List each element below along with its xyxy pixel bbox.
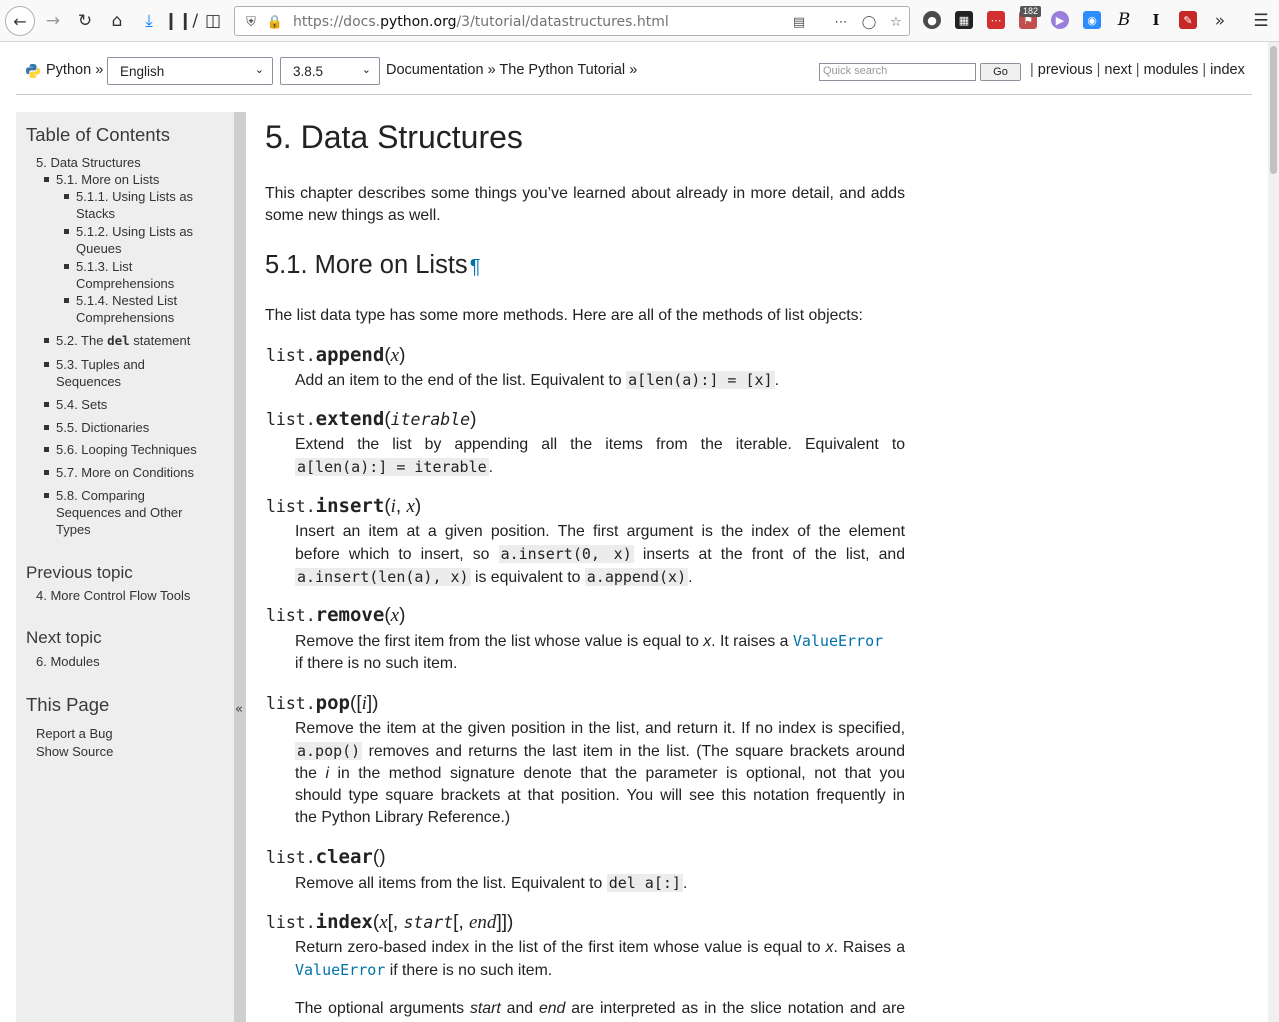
bookmark-star-icon[interactable]: ☆ <box>886 12 906 32</box>
home-icon[interactable]: ⌂ <box>104 8 130 34</box>
account-icon[interactable]: ● <box>923 11 941 29</box>
method-signature-append: list.append(x) <box>266 344 406 366</box>
collapse-sidebar-icon[interactable]: « <box>235 702 243 717</box>
previous-topic-title: Previous topic <box>26 563 133 582</box>
toc-item[interactable]: 5.6. Looping Techniques <box>44 441 197 458</box>
extensions-grid-icon[interactable]: ▦ <box>955 11 973 29</box>
page-actions-icon[interactable]: ⋯ <box>831 12 851 32</box>
sidebar-collapse-bar[interactable] <box>234 112 246 1022</box>
vertical-scrollbar[interactable] <box>1268 42 1279 1022</box>
extension-badge: 182 <box>1020 6 1042 17</box>
report-bug-link[interactable]: Report a Bug <box>36 725 113 742</box>
toc-item[interactable]: 5.1.1. Using Lists as Stacks <box>64 188 193 222</box>
instapaper-icon[interactable]: I <box>1147 11 1165 29</box>
show-source-link[interactable]: Show Source <box>36 743 113 760</box>
docs-navbar: Python » English ⌄ 3.8.5 ⌄ Documentation »… <box>16 55 1252 95</box>
method-signature-insert: list.insert(i, x) <box>266 495 422 517</box>
breadcrumb-tutorial[interactable]: The Python Tutorial <box>499 62 625 78</box>
hamburger-menu-icon[interactable]: ☰ <box>1248 8 1274 34</box>
intro-paragraph: This chapter describes some things you’v… <box>265 185 905 224</box>
chevron-down-icon: ⌄ <box>254 64 264 76</box>
media-extension-icon[interactable]: ▶ <box>1051 11 1069 29</box>
lists-intro: The list data type has some more methods… <box>265 307 863 324</box>
sidebar-toggle-icon[interactable]: ◫ <box>200 8 226 34</box>
valueerror-link[interactable]: ValueError <box>295 961 385 979</box>
forward-icon[interactable]: → <box>40 8 66 34</box>
previous-link[interactable]: previous <box>1038 62 1093 78</box>
lastpass-icon[interactable]: ⋯ <box>987 11 1005 29</box>
scrollbar-thumb[interactable] <box>1270 46 1277 174</box>
method-desc-clear: Remove all items from the list. Equivale… <box>295 874 688 892</box>
method-signature-clear: list.clear() <box>266 846 386 868</box>
related-links: | previous | next | modules | index <box>1030 62 1245 78</box>
reader-view-icon[interactable]: ▤ <box>789 12 809 32</box>
breadcrumb: Documentation » The Python Tutorial » <box>386 62 638 78</box>
pdf-tool-icon[interactable]: ✎ <box>1179 11 1197 29</box>
version-select[interactable]: 3.8.5 ⌄ <box>280 57 380 85</box>
breadcrumb-documentation[interactable]: Documentation <box>386 62 484 78</box>
toc-item[interactable]: 5.8. Comparing Sequences and Other Types <box>44 487 182 538</box>
next-topic-title: Next topic <box>26 628 102 647</box>
method-desc-append: Add an item to the end of the list. Equi… <box>295 371 779 389</box>
toc-title: Table of Contents <box>26 124 170 145</box>
page-title: 5. Data Structures <box>265 119 523 155</box>
method-signature-pop: list.pop([i]) <box>266 692 379 714</box>
toc-item[interactable]: 5.2. The del statement <box>44 332 190 349</box>
url-text[interactable]: https://docs.python.org/3/tutorial/datas… <box>293 14 669 30</box>
toc-item[interactable]: 5.5. Dictionaries <box>44 419 149 436</box>
toc-item[interactable]: 5.4. Sets <box>44 396 107 413</box>
toc-item[interactable]: 5.7. More on Conditions <box>44 464 194 481</box>
method-signature-remove: list.remove(x) <box>266 604 406 626</box>
search-go-button[interactable]: Go <box>980 63 1021 81</box>
language-select[interactable]: English ⌄ <box>107 57 273 85</box>
valueerror-link[interactable]: ValueError <box>793 632 883 650</box>
quick-search-input[interactable]: Quick search <box>819 63 976 81</box>
url-bar[interactable]: ⛨ 🔒 https://docs.python.org/3/tutorial/d… <box>234 6 910 36</box>
library-icon[interactable]: ❙❙∕ <box>164 8 198 34</box>
overflow-chevron-icon[interactable]: » <box>1207 8 1233 34</box>
method-desc-insert: Insert an item at a given position. The … <box>295 523 906 586</box>
toc-item[interactable]: 5.1.3. List Comprehensions <box>64 258 174 292</box>
toc-item[interactable]: 5.1.4. Nested List Comprehensions <box>64 292 177 326</box>
downloads-icon[interactable]: ⤓ <box>136 8 162 34</box>
method-desc-pop: Remove the item at the given position in… <box>295 720 905 826</box>
section-heading: 5.1. More on Lists ¶ <box>265 251 481 279</box>
toc-item[interactable]: 5.1.2. Using Lists as Queues <box>64 223 193 257</box>
method-signature-extend: list.extend(iterable) <box>266 408 477 430</box>
method-desc-extend: Extend the list by appending all the ite… <box>295 436 905 476</box>
next-link[interactable]: next <box>1104 62 1131 78</box>
method-desc-index: Return zero-based index in the list of t… <box>295 939 905 979</box>
toc-item[interactable]: 5.3. Tuples and Sequences <box>44 356 145 390</box>
bold-b-icon[interactable]: B <box>1115 10 1133 30</box>
previous-topic-link[interactable]: 4. More Control Flow Tools <box>36 587 190 604</box>
tracking-shield-icon[interactable]: ⛨ <box>241 12 261 32</box>
next-topic-link[interactable]: 6. Modules <box>36 653 100 670</box>
this-page-title: This Page <box>26 694 110 715</box>
method-desc-remove: Remove the first item from the list whos… <box>295 632 884 672</box>
reload-icon[interactable]: ↻ <box>72 8 98 34</box>
modules-link[interactable]: modules <box>1144 62 1199 78</box>
toc-item[interactable]: 5.1. More on Lists <box>44 171 159 188</box>
pocket-icon[interactable]: ◯ <box>859 12 879 32</box>
toc-item[interactable]: 5. Data Structures <box>36 154 141 171</box>
breadcrumb-python[interactable]: Python » <box>46 62 103 78</box>
browser-toolbar: ← → ↻ ⌂ ⤓ ❙❙∕ ◫ ⛨ 🔒 https://docs.python.… <box>0 0 1279 42</box>
python-logo-icon <box>26 64 40 78</box>
back-icon[interactable]: ← <box>5 6 35 36</box>
method-desc-index-args: The optional arguments start and end are… <box>295 1000 906 1017</box>
index-link[interactable]: index <box>1210 62 1245 78</box>
lock-icon[interactable]: 🔒 <box>265 12 285 32</box>
method-signature-index: list.index(x[, start[, end]]) <box>266 911 514 933</box>
zoom-icon[interactable]: ◉ <box>1083 11 1101 29</box>
permalink-icon[interactable]: ¶ <box>470 256 481 278</box>
chevron-down-icon: ⌄ <box>361 64 371 76</box>
